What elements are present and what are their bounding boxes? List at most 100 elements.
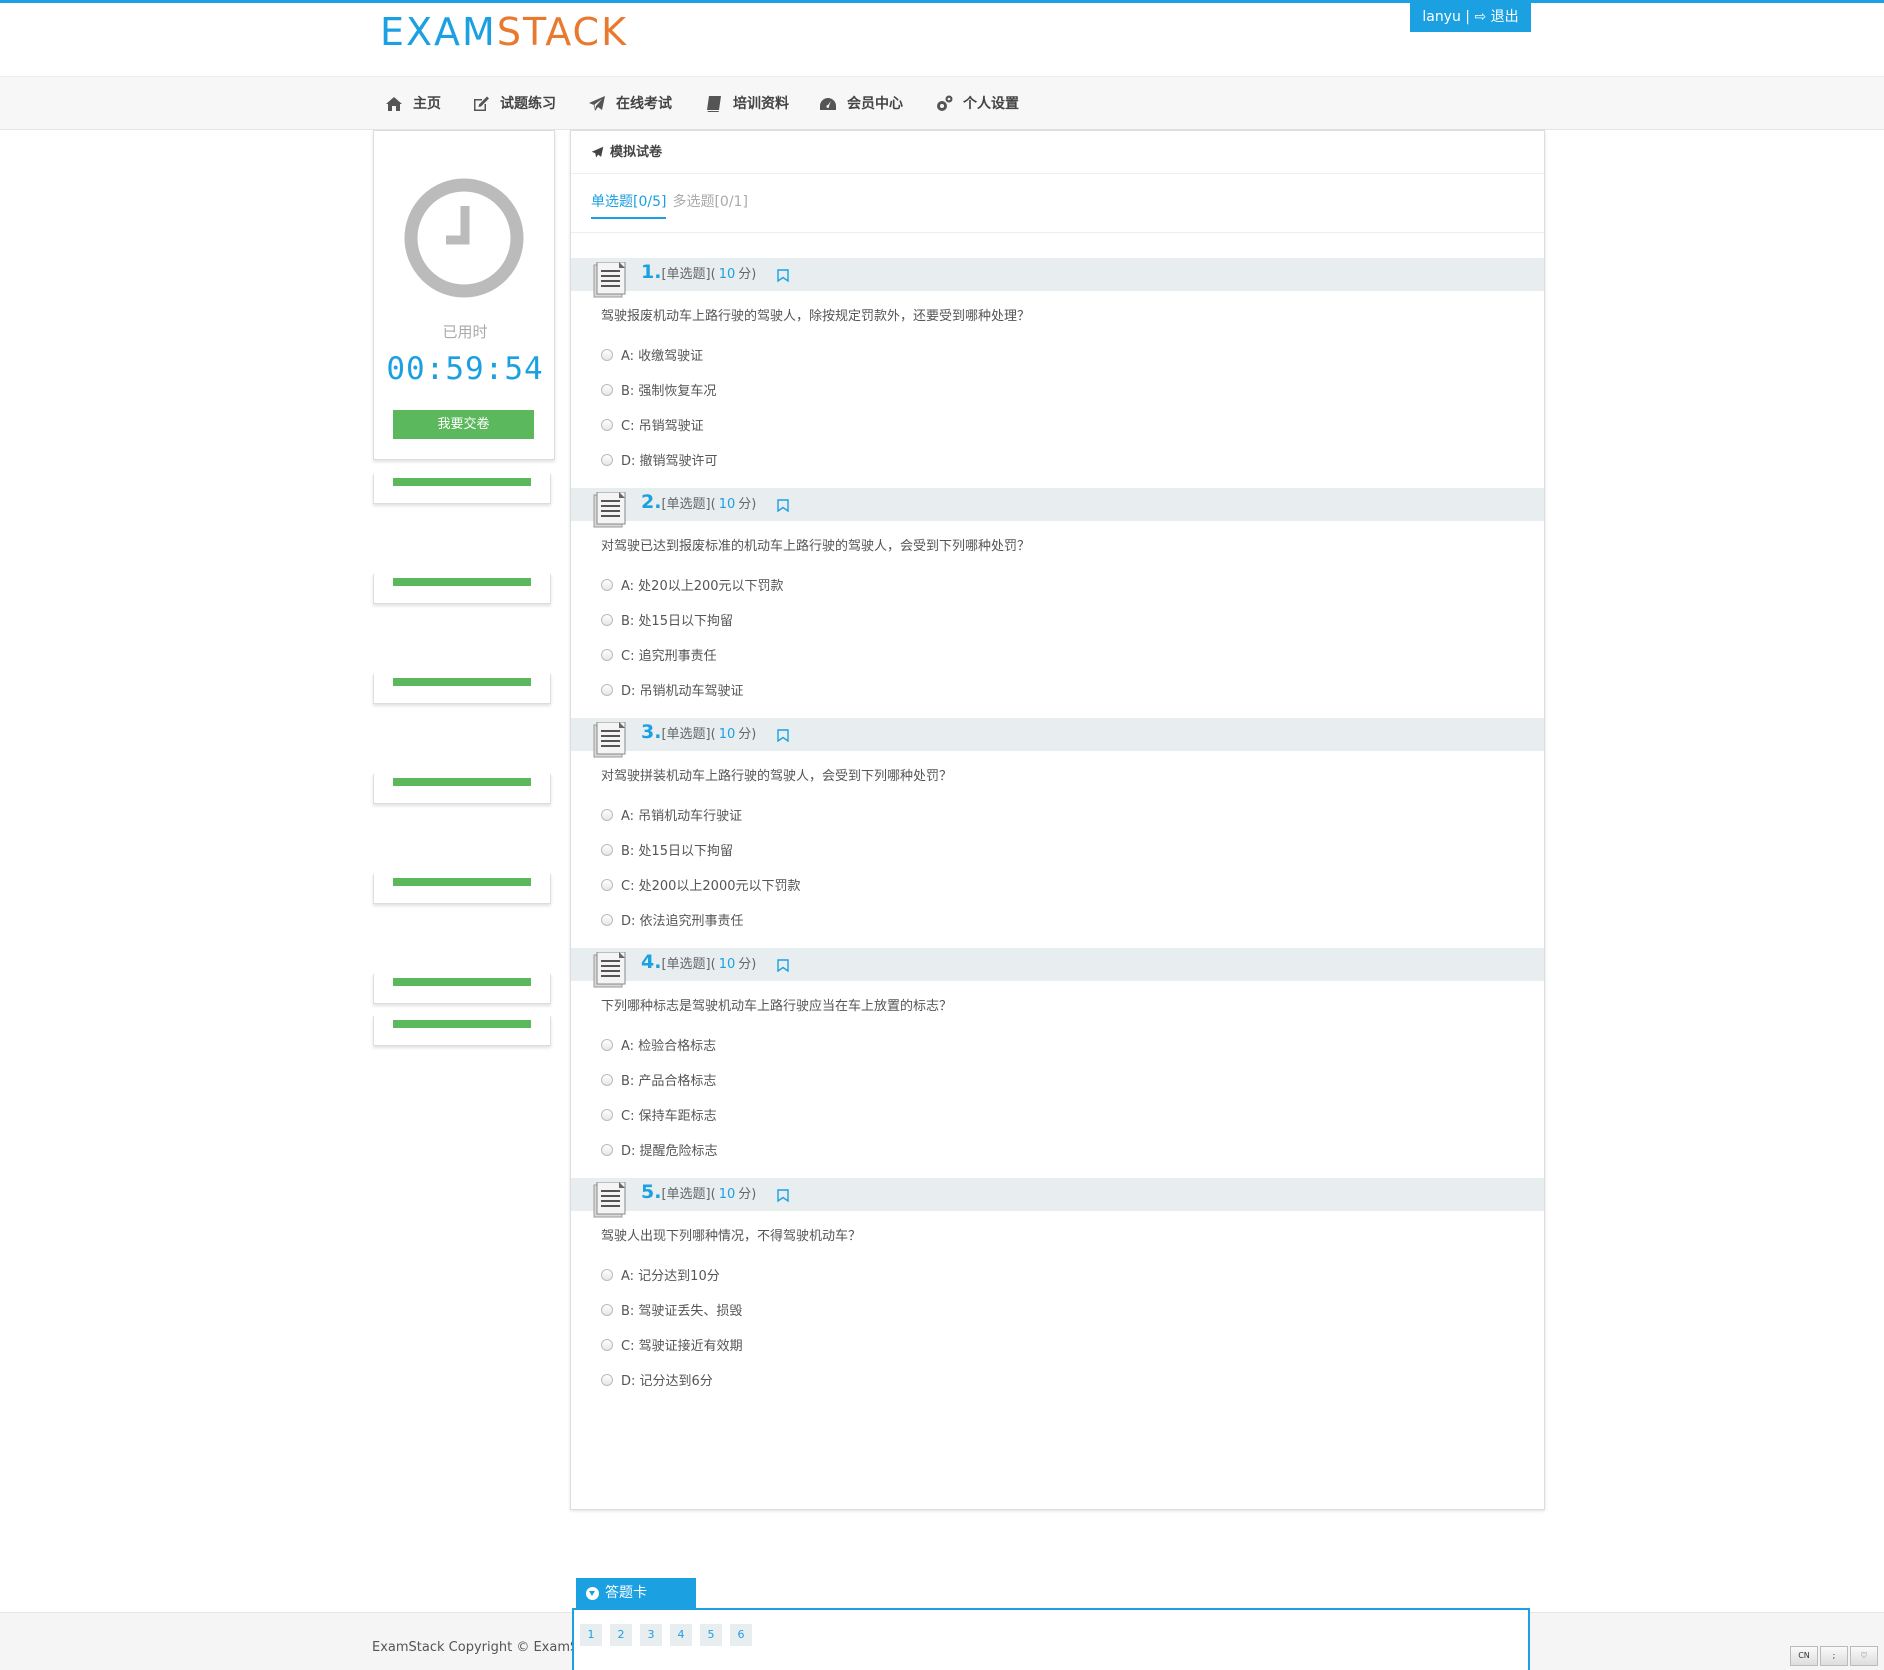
paper-plane-icon <box>589 96 605 111</box>
score-open: ( <box>710 267 716 282</box>
answer-card-number[interactable]: 1 <box>580 1624 602 1646</box>
answer-option[interactable]: D: 撤销驾驶许可 <box>601 450 718 469</box>
answer-option[interactable]: A: 吊销机动车行驶证 <box>601 805 742 824</box>
question-block: 5. [单选题](10 分) 驾驶人出现下列哪种情况，不得驾驶机动车？ A: 记分达到1… <box>571 1178 1544 1408</box>
answer-option[interactable]: C: 吊销驾驶证 <box>601 415 704 434</box>
home-icon <box>386 97 402 111</box>
nav-item-home[interactable]: 主页 <box>385 77 441 131</box>
examstack-logo[interactable]: EXAMSTACK <box>380 10 628 54</box>
answer-option[interactable]: A: 记分达到10分 <box>601 1265 720 1284</box>
document-icon <box>593 262 626 298</box>
radio-button[interactable] <box>601 913 613 926</box>
radio-button[interactable] <box>601 843 613 856</box>
answer-option[interactable]: D: 依法追究刑事责任 <box>601 910 744 929</box>
side-card <box>373 474 551 504</box>
answer-option-label: D: 依法追究刑事责任 <box>621 914 744 929</box>
progress-bar <box>393 1020 531 1028</box>
radio-button[interactable] <box>601 1373 613 1386</box>
answer-card-number[interactable]: 2 <box>610 1624 632 1646</box>
radio-button[interactable] <box>601 578 613 591</box>
score-close: 分) <box>738 1187 757 1202</box>
progress-bar <box>393 778 531 786</box>
question-type: [单选题] <box>661 727 711 742</box>
logout-icon: ⇨ <box>1474 9 1487 25</box>
answer-card-number[interactable]: 3 <box>640 1624 662 1646</box>
answer-option[interactable]: B: 产品合格标志 <box>601 1070 716 1089</box>
radio-button[interactable] <box>601 648 613 661</box>
nav-item-online-exam[interactable]: 在线考试 <box>588 77 672 131</box>
bookmark-icon[interactable] <box>777 729 789 742</box>
answer-option[interactable]: A: 检验合格标志 <box>601 1035 716 1054</box>
answer-option[interactable]: D: 吊销机动车驾驶证 <box>601 680 744 699</box>
answer-card-number[interactable]: 6 <box>730 1624 752 1646</box>
side-card <box>373 874 551 904</box>
document-icon <box>593 722 626 758</box>
submit-exam-button[interactable]: 我要交卷 <box>393 410 534 439</box>
answer-option-label: C: 驾驶证接近有效期 <box>621 1339 743 1354</box>
radio-button[interactable] <box>601 878 613 891</box>
answer-card-number[interactable]: 4 <box>670 1624 692 1646</box>
username-link[interactable]: lanyu <box>1422 9 1461 25</box>
question-number: 1. <box>641 261 662 283</box>
radio-button[interactable] <box>601 418 613 431</box>
question-score: 10 <box>718 1187 736 1202</box>
radio-button[interactable] <box>601 383 613 396</box>
question-number: 3. <box>641 721 662 743</box>
progress-bar <box>393 578 531 586</box>
answer-option[interactable]: D: 提醒危险标志 <box>601 1140 718 1159</box>
radio-button[interactable] <box>601 1143 613 1156</box>
question-title: 1. [单选题](10 分) <box>641 261 756 283</box>
question-text: 驾驶人出现下列哪种情况，不得驾驶机动车？ <box>601 1229 862 1244</box>
answer-option[interactable]: B: 处15日以下拘留 <box>601 840 733 859</box>
radio-button[interactable] <box>601 453 613 466</box>
tab-multiple-choice[interactable]: 多选题[0/1] <box>672 191 747 219</box>
tab-single-choice[interactable]: 单选题[0/5] <box>591 191 667 219</box>
nav-item-member[interactable]: 会员中心 <box>819 77 903 131</box>
answer-option[interactable]: A: 处20以上200元以下罚款 <box>601 575 784 594</box>
radio-button[interactable] <box>601 1338 613 1351</box>
edit-icon <box>474 96 489 111</box>
answer-card-number[interactable]: 5 <box>700 1624 722 1646</box>
nav-item-settings[interactable]: 个人设置 <box>935 77 1019 131</box>
answer-option[interactable]: B: 处15日以下拘留 <box>601 610 733 629</box>
nav-item-practice[interactable]: 试题练习 <box>472 77 556 131</box>
input-language-button[interactable]: CN <box>1790 1646 1818 1666</box>
side-card <box>373 774 551 804</box>
radio-button[interactable] <box>601 348 613 361</box>
answer-option[interactable]: C: 驾驶证接近有效期 <box>601 1335 743 1354</box>
bookmark-icon[interactable] <box>777 1189 789 1202</box>
score-open: ( <box>710 1187 716 1202</box>
answer-option[interactable]: D: 记分达到6分 <box>601 1370 713 1389</box>
answer-option-label: D: 撤销驾驶许可 <box>621 454 718 469</box>
radio-button[interactable] <box>601 1108 613 1121</box>
logout-link[interactable]: 退出 <box>1491 9 1519 25</box>
answer-option[interactable]: C: 处200以上2000元以下罚款 <box>601 875 801 894</box>
answer-option-label: A: 检验合格标志 <box>621 1039 717 1054</box>
progress-bar <box>393 478 531 486</box>
answer-option[interactable]: C: 保持车距标志 <box>601 1105 717 1124</box>
score-close: 分) <box>738 497 757 512</box>
exam-title: 模拟试卷 <box>610 144 663 160</box>
bookmark-icon[interactable] <box>777 269 789 282</box>
answer-option[interactable]: A: 收缴驾驶证 <box>601 345 703 364</box>
radio-button[interactable] <box>601 1038 613 1051</box>
answer-option-label: A: 收缴驾驶证 <box>621 349 704 364</box>
bookmark-icon[interactable] <box>777 959 789 972</box>
answer-option-label: A: 记分达到10分 <box>621 1269 720 1284</box>
punctuation-button[interactable]: ; <box>1820 1646 1848 1666</box>
side-card <box>373 1016 551 1046</box>
answer-option-label: A: 处20以上200元以下罚款 <box>621 579 784 594</box>
radio-button[interactable] <box>601 1073 613 1086</box>
bookmark-icon[interactable] <box>777 499 789 512</box>
nav-item-training[interactable]: 培训资料 <box>705 77 789 131</box>
favorite-icon[interactable]: ♡ <box>1850 1646 1878 1666</box>
radio-button[interactable] <box>601 613 613 626</box>
answer-option[interactable]: B: 驾驶证丢失、损毁 <box>601 1300 742 1319</box>
radio-button[interactable] <box>601 683 613 696</box>
answer-card-toggle[interactable]: 答题卡 <box>576 1578 696 1609</box>
radio-button[interactable] <box>601 1303 613 1316</box>
answer-option[interactable]: C: 追究刑事责任 <box>601 645 717 664</box>
radio-button[interactable] <box>601 808 613 821</box>
answer-option[interactable]: B: 强制恢复车况 <box>601 380 716 399</box>
radio-button[interactable] <box>601 1268 613 1281</box>
